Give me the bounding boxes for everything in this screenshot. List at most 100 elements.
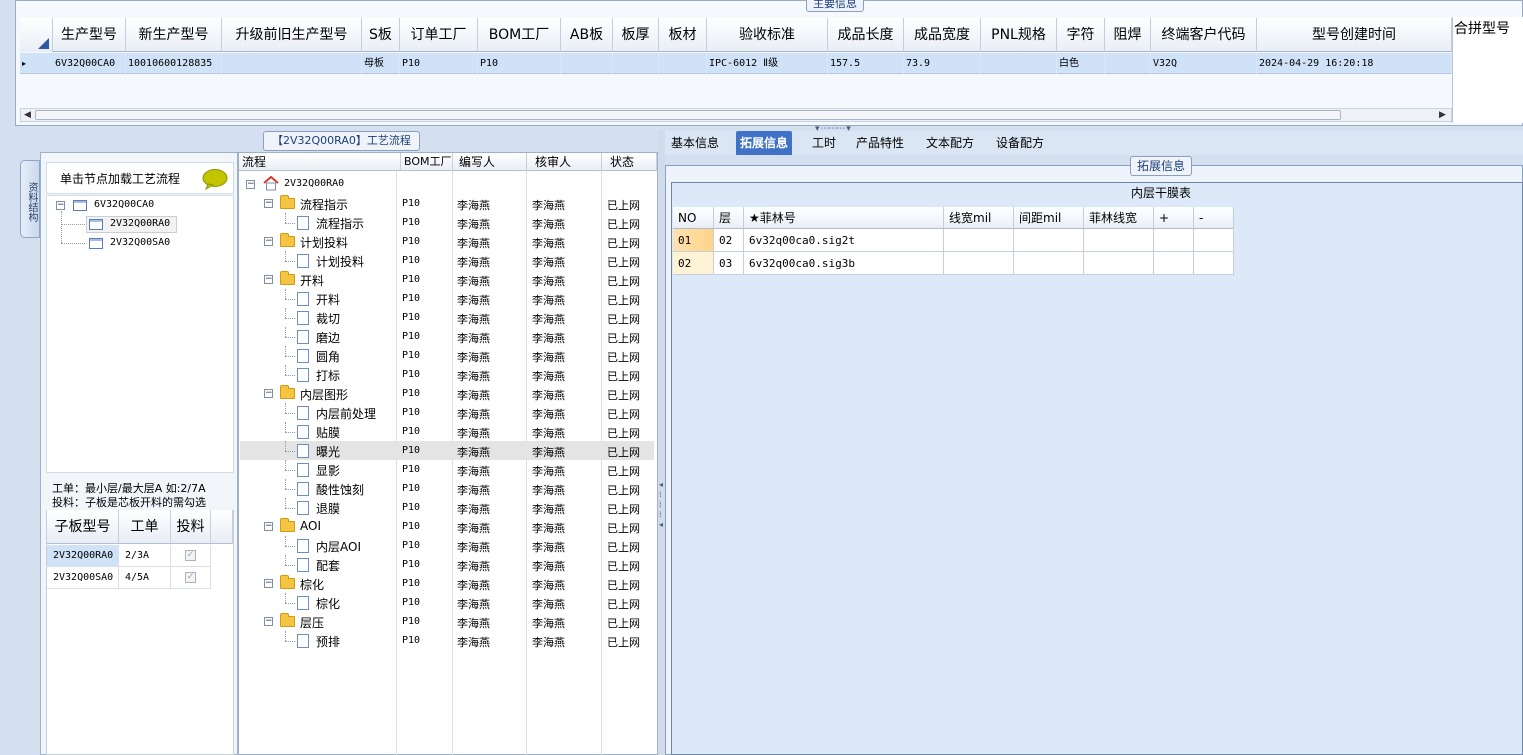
collapse-toggle-icon[interactable]: −	[264, 199, 273, 208]
film-header[interactable]: 层	[714, 207, 744, 229]
film-cell-add[interactable]	[1154, 229, 1194, 252]
main-grid-cell[interactable]: P10	[400, 53, 478, 74]
main-grid-header-cell[interactable]: 验收标准	[707, 18, 828, 52]
main-grid-cell[interactable]	[613, 53, 659, 74]
tab-basic-info[interactable]: 基本信息	[667, 131, 723, 155]
flow-step-group[interactable]: − 计划投料 P10 李海燕 李海燕 已上网	[240, 232, 654, 251]
flow-step-group[interactable]: − 内层图形 P10 李海燕 李海燕 已上网	[240, 384, 654, 403]
main-grid-header-cell[interactable]: AB板	[561, 18, 613, 52]
flow-step-group[interactable]: − 开料 P10 李海燕 李海燕 已上网	[240, 270, 654, 289]
film-cell-spacing[interactable]	[1014, 229, 1084, 252]
main-grid-cell[interactable]: IPC-6012 Ⅱ级	[707, 53, 828, 74]
flow-step[interactable]: 裁切 P10 李海燕 李海燕 已上网	[240, 308, 654, 327]
flow-step[interactable]: 圆角 P10 李海燕 李海燕 已上网	[240, 346, 654, 365]
main-grid-header-cell[interactable]: 成品长度	[828, 18, 904, 52]
main-grid-cell[interactable]	[561, 53, 613, 74]
main-grid-header-cell[interactable]: 阻焊	[1105, 18, 1151, 52]
scroll-thumb[interactable]	[35, 110, 1341, 120]
sub-table-cell[interactable]: 2/3A	[119, 545, 171, 567]
film-cell-line-width[interactable]	[944, 229, 1014, 252]
collapse-toggle-icon[interactable]: −	[264, 522, 273, 531]
film-cell-film-width[interactable]	[1084, 229, 1154, 252]
flow-step[interactable]: 酸性蚀刻 P10 李海燕 李海燕 已上网	[240, 479, 654, 498]
flow-step[interactable]: 贴膜 P10 李海燕 李海燕 已上网	[240, 422, 654, 441]
flow-step-group[interactable]: − 层压 P10 李海燕 李海燕 已上网	[240, 612, 654, 631]
flow-step[interactable]: 预排 P10 李海燕 李海燕 已上网	[240, 631, 654, 650]
collapse-toggle-icon[interactable]: −	[264, 389, 273, 398]
collapse-toggle-icon[interactable]: −	[56, 201, 65, 210]
flow-header[interactable]: 编写人	[453, 153, 527, 171]
tab-text-recipe[interactable]: 文本配方	[922, 131, 978, 155]
film-header[interactable]: NO	[673, 207, 714, 229]
tab-work-hours[interactable]: 工时	[808, 131, 840, 155]
flow-root-node[interactable]: 2V32Q00RA0	[284, 178, 344, 189]
vertical-tab-structure[interactable]: 资料结构	[20, 160, 40, 238]
collapse-toggle-icon[interactable]: −	[264, 617, 273, 626]
film-cell-no[interactable]: 01	[673, 229, 714, 252]
vertical-splitter[interactable]	[658, 130, 665, 755]
flow-step[interactable]: 流程指示 P10 李海燕 李海燕 已上网	[240, 213, 654, 232]
main-grid-header-cell[interactable]: 新生产型号	[126, 18, 222, 52]
main-grid-header-cell[interactable]: S板	[362, 18, 400, 52]
main-grid-cell[interactable]: 10010600128835	[126, 53, 222, 74]
flow-step[interactable]: 显影 P10 李海燕 李海燕 已上网	[240, 460, 654, 479]
film-header[interactable]: 菲林线宽	[1084, 207, 1154, 229]
main-grid-header-cell[interactable]: 生产型号	[53, 18, 126, 52]
main-grid-header-cell[interactable]: 字符	[1057, 18, 1105, 52]
film-cell-add[interactable]	[1154, 252, 1194, 275]
flow-header[interactable]: 状态	[602, 153, 657, 171]
tab-product-features[interactable]: 产品特性	[852, 131, 908, 155]
flow-header[interactable]: 流程	[239, 153, 401, 171]
main-grid-header-cell[interactable]: 订单工厂	[400, 18, 478, 52]
main-grid-cell[interactable]: 母板	[362, 53, 400, 74]
sub-table-cell[interactable]: 4/5A	[119, 567, 171, 589]
flow-step[interactable]: 内层AOI P10 李海燕 李海燕 已上网	[240, 536, 654, 555]
main-grid-cell[interactable]: 157.5	[828, 53, 904, 74]
main-grid-cell[interactable]	[222, 53, 362, 74]
sub-table-header[interactable]: 投料	[171, 510, 211, 544]
splitter-grip-icon[interactable]: ◂ ⁞ ⁞ ⁞ ◂	[659, 480, 664, 530]
main-grid-hscrollbar[interactable]: ◀ ▶	[20, 108, 1452, 122]
flow-step-group[interactable]: − AOI P10 李海燕 李海燕 已上网	[240, 517, 654, 536]
tree-child-node[interactable]: 2V32Q00SA0	[110, 237, 170, 248]
tab-extended-info[interactable]: 拓展信息	[736, 131, 793, 155]
film-header[interactable]: 线宽mil	[944, 207, 1014, 229]
main-grid-header-cell[interactable]: BOM工厂	[478, 18, 561, 52]
collapse-toggle-icon[interactable]: −	[246, 180, 255, 189]
flow-step[interactable]: 打标 P10 李海燕 李海燕 已上网	[240, 365, 654, 384]
film-cell-delete[interactable]	[1194, 252, 1234, 275]
sub-table-cell[interactable]: 2V32Q00RA0	[47, 545, 119, 567]
main-grid-header-cell[interactable]: 板厚	[613, 18, 659, 52]
flow-step-group[interactable]: − 棕化 P10 李海燕 李海燕 已上网	[240, 574, 654, 593]
collapse-toggle-icon[interactable]: −	[264, 237, 273, 246]
main-grid-cell[interactable]: 白色	[1057, 53, 1105, 74]
add-row-button[interactable]: +	[1154, 207, 1194, 229]
main-grid-cell[interactable]: 6V32Q00CA0	[53, 53, 126, 74]
flow-step[interactable]: 计划投料 P10 李海燕 李海燕 已上网	[240, 251, 654, 270]
flow-step[interactable]: 退膜 P10 李海燕 李海燕 已上网	[240, 498, 654, 517]
main-grid-cell[interactable]: P10	[478, 53, 561, 74]
main-grid-cell[interactable]	[659, 53, 707, 74]
flow-step-group[interactable]: − 流程指示 P10 李海燕 李海燕 已上网	[240, 194, 654, 213]
film-cell-delete[interactable]	[1194, 229, 1234, 252]
film-cell-layer[interactable]: 02	[714, 229, 744, 252]
main-grid-header-cell[interactable]: 终端客户代码	[1151, 18, 1257, 52]
delete-row-button[interactable]: -	[1194, 207, 1234, 229]
main-grid-header-cell[interactable]: 板材	[659, 18, 707, 52]
flow-step[interactable]: 开料 P10 李海燕 李海燕 已上网	[240, 289, 654, 308]
film-cell-film[interactable]: 6v32q00ca0.sig3b	[744, 252, 944, 275]
sub-table-header[interactable]: 子板型号	[47, 510, 119, 544]
collapse-toggle-icon[interactable]: −	[264, 579, 273, 588]
flow-step[interactable]: 磨边 P10 李海燕 李海燕 已上网	[240, 327, 654, 346]
flow-step[interactable]: 配套 P10 李海燕 李海燕 已上网	[240, 555, 654, 574]
main-grid-cell[interactable]: 73.9	[904, 53, 981, 74]
main-grid-cell[interactable]	[1105, 53, 1151, 74]
main-grid-header-cell[interactable]: 升级前旧生产型号	[222, 18, 362, 52]
flow-header[interactable]: BOM工厂	[401, 153, 453, 171]
film-cell-film-width[interactable]	[1084, 252, 1154, 275]
sub-table-header[interactable]: 工单	[119, 510, 171, 544]
main-grid-cell[interactable]: 2024-04-29 16:20:18	[1257, 53, 1452, 74]
main-grid-header-cell[interactable]: 型号创建时间	[1257, 18, 1452, 52]
collapse-toggle-icon[interactable]: −	[264, 275, 273, 284]
flow-step[interactable]: 曝光 P10 李海燕 李海燕 已上网	[240, 441, 654, 460]
